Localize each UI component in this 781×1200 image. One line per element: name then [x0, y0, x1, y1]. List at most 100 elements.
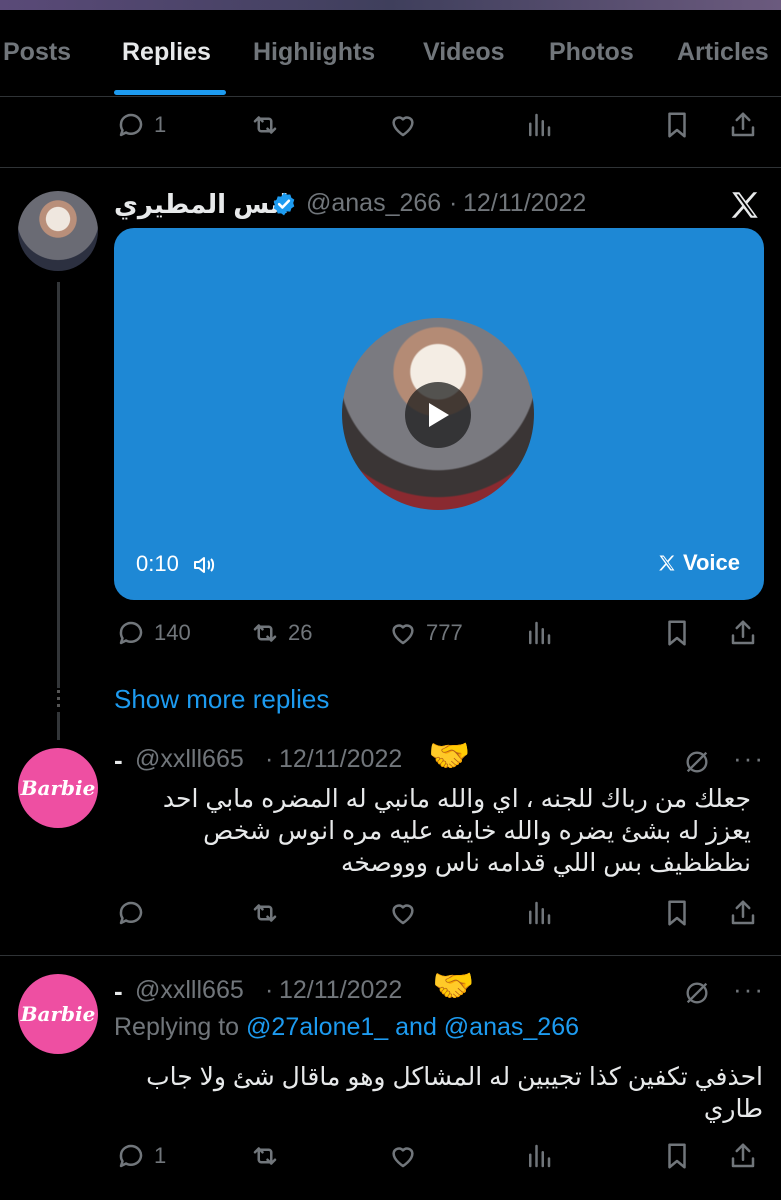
action-bar-reply1 — [0, 893, 781, 933]
avatar-logo-text: Barbie — [20, 776, 96, 800]
repost-button[interactable] — [250, 893, 280, 933]
avatar-anas[interactable] — [18, 191, 98, 271]
x-logo-small-icon — [659, 555, 675, 571]
bookmark-button[interactable] — [662, 105, 692, 145]
reply-button[interactable]: 1 — [116, 105, 166, 145]
repost-button[interactable]: 26 — [250, 613, 312, 653]
profile-tabs: Posts Replies Highlights Videos Photos A… — [0, 10, 781, 96]
thread-dot-2 — [57, 697, 60, 700]
heart-icon — [392, 1147, 414, 1168]
bookmark-icon — [668, 620, 686, 646]
like-button[interactable] — [388, 1136, 418, 1176]
meta-dot: · — [265, 745, 274, 773]
views-button[interactable] — [524, 613, 554, 653]
reply-button[interactable] — [116, 893, 146, 933]
bookmark-icon — [668, 1143, 686, 1169]
author-handle[interactable]: @anas_266 — [306, 189, 441, 218]
share-button[interactable] — [728, 613, 758, 653]
repost-icon — [253, 116, 277, 134]
share-button[interactable] — [728, 1136, 758, 1176]
views-icon — [529, 901, 551, 925]
share-icon — [731, 900, 755, 925]
reply-text-line: نظظظيف بس اللي قدامه ناس وووصخه — [340, 849, 751, 877]
share-icon — [731, 620, 755, 645]
play-button[interactable] — [405, 382, 471, 448]
post-date[interactable]: 12/11/2022 — [279, 976, 402, 1005]
action-bar-anas: 140 26 777 — [0, 613, 781, 653]
avatar-barbie[interactable]: Barbie — [18, 974, 98, 1054]
tab-videos[interactable]: Videos — [423, 38, 505, 67]
tab-articles[interactable]: Articles — [677, 38, 769, 67]
repost-count: 26 — [288, 620, 313, 645]
reply-button[interactable]: 1 — [116, 1136, 166, 1176]
like-button[interactable] — [388, 105, 418, 145]
reply-text: جعلك من رباك للجنه ، اي والله مانبي له ا… — [111, 783, 751, 879]
author-handle[interactable]: @xxlll665 — [135, 745, 244, 774]
repost-icon — [253, 1147, 277, 1165]
heart-icon — [392, 116, 414, 137]
like-button[interactable]: 777 — [388, 613, 463, 653]
top-strip — [0, 0, 781, 10]
reply-icon — [119, 621, 143, 645]
tab-highlights[interactable]: Highlights — [253, 38, 375, 67]
post-date[interactable]: 12/11/2022 — [463, 189, 586, 218]
share-button[interactable] — [728, 105, 758, 145]
x-logo-icon — [731, 192, 758, 218]
active-tab-indicator — [114, 90, 226, 95]
tab-photos[interactable]: Photos — [549, 38, 634, 67]
author-name[interactable]: - — [114, 745, 123, 776]
tab-replies[interactable]: Replies — [122, 38, 211, 67]
views-icon — [529, 621, 551, 645]
author-name[interactable]: - — [114, 976, 123, 1007]
thread-line-lower — [57, 712, 60, 740]
tab-posts[interactable]: Posts — [3, 38, 71, 67]
media-duration: 0:10 — [136, 551, 179, 576]
speaker-icon[interactable] — [192, 554, 216, 576]
reply-icon — [119, 113, 143, 137]
replying-to: Replying to @27alone1_ and @anas_266 — [114, 1013, 579, 1042]
handshake-emoji: 🤝 — [428, 737, 471, 775]
meta-dot: · — [449, 189, 458, 217]
more-options-icon[interactable]: ··· — [733, 974, 765, 1005]
voice-label-text: Voice — [682, 550, 740, 575]
grok-icon[interactable] — [683, 748, 711, 776]
repost-button[interactable] — [250, 105, 280, 145]
share-button[interactable] — [728, 893, 758, 933]
post-divider-1 — [0, 167, 781, 168]
reply-text: احذفي تكفين كذا تجيبين له المشاكل وهو ما… — [113, 1061, 763, 1125]
thread-dot-1 — [57, 690, 60, 693]
more-options-icon[interactable]: ··· — [733, 743, 765, 774]
bookmark-icon — [668, 112, 686, 138]
reply-count: 1 — [154, 112, 167, 137]
bookmark-icon — [668, 900, 686, 926]
like-button[interactable] — [388, 893, 418, 933]
show-more-replies-link[interactable]: Show more replies — [114, 684, 329, 715]
repost-icon — [253, 624, 277, 642]
avatar-logo-text: Barbie — [20, 1002, 96, 1026]
repost-button[interactable] — [250, 1136, 280, 1176]
thread-dot-3 — [57, 704, 60, 707]
avatar-barbie[interactable]: Barbie — [18, 748, 98, 828]
reply-text-line: جعلك من رباك للجنه ، اي والله مانبي له ا… — [162, 785, 751, 813]
views-button[interactable] — [524, 1136, 554, 1176]
repost-icon — [253, 904, 277, 922]
bookmark-button[interactable] — [662, 893, 692, 933]
action-bar-top: 1 — [0, 105, 781, 145]
replying-to-mentions[interactable]: @27alone1_ and @anas_266 — [246, 1013, 579, 1041]
views-icon — [529, 113, 551, 137]
bookmark-button[interactable] — [662, 613, 692, 653]
views-button[interactable] — [524, 105, 554, 145]
post-date[interactable]: 12/11/2022 — [279, 745, 402, 774]
share-icon — [731, 112, 755, 137]
tabs-divider — [0, 96, 781, 97]
author-handle[interactable]: @xxlll665 — [135, 976, 244, 1005]
handshake-emoji: 🤝 — [432, 967, 475, 1005]
voice-media-card[interactable]: 0:10 Voice — [114, 228, 764, 600]
meta-dot: · — [265, 976, 274, 1004]
reply-button[interactable]: 140 — [116, 613, 191, 653]
author-name[interactable]: انس المطيري — [114, 189, 289, 220]
grok-icon[interactable] — [683, 979, 711, 1007]
heart-icon — [392, 624, 414, 645]
views-button[interactable] — [524, 893, 554, 933]
bookmark-button[interactable] — [662, 1136, 692, 1176]
